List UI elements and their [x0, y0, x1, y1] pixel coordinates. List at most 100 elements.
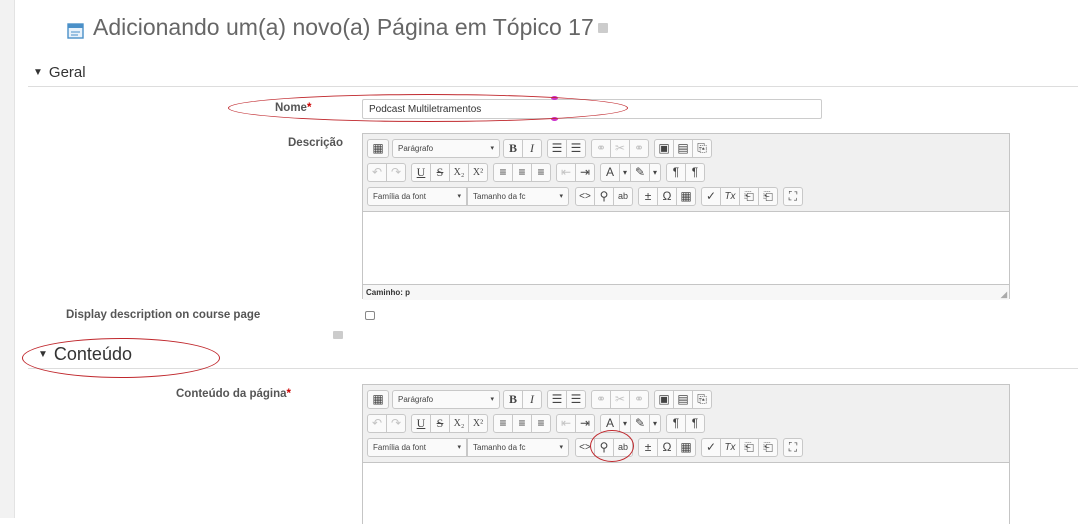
link-icon[interactable]: ⚭ — [591, 389, 611, 409]
clear-formatting-icon[interactable]: Tx — [720, 186, 740, 206]
font-size-select[interactable]: Tamanho da fc ▾ — [467, 186, 569, 206]
indent-icon[interactable]: ⇥ — [575, 162, 595, 182]
paragraph-select[interactable]: Parágrafo ▾ — [392, 389, 500, 409]
background-color-dropdown-icon[interactable]: ▾ — [649, 413, 662, 433]
align-right-icon[interactable]: ≡ — [531, 413, 551, 433]
html-source-icon[interactable]: <> — [575, 186, 595, 206]
page-icon — [67, 19, 87, 39]
manage-files-icon[interactable]: ⎘ — [692, 138, 712, 158]
left-drawer-edge — [0, 0, 15, 518]
bullet-list-icon[interactable]: ☰ — [547, 389, 567, 409]
outdent-icon[interactable]: ⇤ — [556, 162, 576, 182]
special-char-icon[interactable]: Ω — [657, 437, 677, 457]
image-icon[interactable]: ▣ — [654, 389, 674, 409]
media-icon[interactable]: ▤ — [673, 138, 693, 158]
media-icon[interactable]: ▤ — [673, 389, 693, 409]
unlink-icon[interactable]: ✂ — [610, 138, 630, 158]
anchor-icon[interactable]: ⚭ — [629, 138, 649, 158]
anchor-icon[interactable]: ⚭ — [629, 389, 649, 409]
subscript-button[interactable]: X₂ — [449, 162, 469, 182]
bullet-list-icon[interactable]: ☰ — [547, 138, 567, 158]
html-source-icon[interactable]: <> — [575, 437, 595, 457]
text-color-icon[interactable]: A — [600, 413, 620, 433]
collapse-caret-icon: ▼ — [38, 349, 48, 360]
align-center-icon[interactable]: ≡ — [512, 162, 532, 182]
find-replace-icon[interactable]: ab — [613, 437, 633, 457]
font-family-select[interactable]: Família da font ▾ — [367, 186, 467, 206]
toolbar-toggle-icon[interactable]: ▦ — [367, 389, 389, 409]
redo-icon[interactable]: ↷ — [386, 162, 406, 182]
special-char-icon[interactable]: Ω — [657, 186, 677, 206]
resize-grip-icon[interactable]: ◢ — [1001, 290, 1007, 299]
fullscreen-icon[interactable]: ⛶ — [783, 437, 803, 457]
numbered-list-icon[interactable]: ☰ — [566, 138, 586, 158]
italic-button[interactable]: I — [522, 389, 542, 409]
paste-word-icon[interactable]: ⎗ — [758, 437, 778, 457]
section-conteudo[interactable]: ▼ Conteúdo — [38, 344, 132, 365]
unlink-icon[interactable]: ✂ — [610, 389, 630, 409]
paste-text-icon[interactable]: ⎗ — [739, 437, 759, 457]
outdent-icon[interactable]: ⇤ — [556, 413, 576, 433]
link-icon[interactable]: ⚭ — [591, 138, 611, 158]
clear-formatting-icon[interactable]: Tx — [720, 437, 740, 457]
numbered-list-icon[interactable]: ☰ — [566, 389, 586, 409]
indent-icon[interactable]: ⇥ — [575, 413, 595, 433]
paste-text-icon[interactable]: ⎗ — [739, 186, 759, 206]
ltr-icon[interactable]: ¶ — [666, 413, 687, 433]
underline-button[interactable]: U — [411, 413, 431, 433]
table-icon[interactable]: ▦ — [676, 437, 696, 457]
conteudo-pagina-label: Conteúdo da página* — [176, 388, 292, 400]
section-divider — [28, 86, 1078, 87]
nome-input[interactable]: Podcast Multiletramentos — [362, 99, 822, 119]
conteudo-editor[interactable]: ▦ Parágrafo ▾ B I ☰ ☰ ⚭ ✂ ⚭ ▣ ▤ ⎘ ↶ ↷ U … — [362, 384, 1010, 524]
strikethrough-button[interactable]: S — [430, 413, 450, 433]
toolbar-toggle-icon[interactable]: ▦ — [367, 138, 389, 158]
find-replace-icon[interactable]: ab — [613, 186, 633, 206]
rtl-icon[interactable]: ¶ — [685, 413, 706, 433]
text-color-icon[interactable]: A — [600, 162, 620, 182]
superscript-button[interactable]: X² — [468, 413, 488, 433]
fullscreen-icon[interactable]: ⛶ — [783, 186, 803, 206]
find-icon[interactable]: ⚲ — [594, 437, 614, 457]
page-title: Adicionando um(a) novo(a) Página em Tópi… — [67, 14, 608, 41]
superscript-button[interactable]: X² — [468, 162, 488, 182]
section-divider — [28, 368, 1078, 369]
descricao-editor[interactable]: ▦ Parágrafo ▾ B I ☰ ☰ ⚭ ✂ ⚭ ▣ ▤ ⎘ ↶ ↷ U … — [362, 133, 1010, 300]
undo-icon[interactable]: ↶ — [367, 413, 387, 433]
strikethrough-button[interactable]: S — [430, 162, 450, 182]
background-color-icon[interactable]: ✎ — [630, 413, 651, 433]
insert-hr-icon[interactable]: ± — [638, 186, 658, 206]
paste-word-icon[interactable]: ⎗ — [758, 186, 778, 206]
bold-button[interactable]: B — [503, 138, 523, 158]
clean-icon[interactable]: ✓ — [701, 186, 721, 206]
align-left-icon[interactable]: ≡ — [493, 162, 513, 182]
conteudo-edit-area[interactable] — [363, 463, 1009, 523]
background-color-dropdown-icon[interactable]: ▾ — [649, 162, 662, 182]
redo-icon[interactable]: ↷ — [386, 413, 406, 433]
table-icon[interactable]: ▦ — [676, 186, 696, 206]
font-family-select[interactable]: Família da font ▾ — [367, 437, 467, 457]
paragraph-select[interactable]: Parágrafo ▾ — [392, 138, 500, 158]
image-icon[interactable]: ▣ — [654, 138, 674, 158]
undo-icon[interactable]: ↶ — [367, 162, 387, 182]
ltr-icon[interactable]: ¶ — [666, 162, 687, 182]
help-icon[interactable] — [597, 22, 608, 33]
clean-icon[interactable]: ✓ — [701, 437, 721, 457]
rtl-icon[interactable]: ¶ — [685, 162, 706, 182]
underline-button[interactable]: U — [411, 162, 431, 182]
section-geral[interactable]: ▼ Geral — [33, 64, 86, 81]
insert-hr-icon[interactable]: ± — [638, 437, 658, 457]
font-size-select[interactable]: Tamanho da fc ▾ — [467, 437, 569, 457]
display-description-checkbox[interactable] — [365, 311, 375, 320]
manage-files-icon[interactable]: ⎘ — [692, 389, 712, 409]
bold-button[interactable]: B — [503, 389, 523, 409]
find-icon[interactable]: ⚲ — [594, 186, 614, 206]
align-right-icon[interactable]: ≡ — [531, 162, 551, 182]
align-center-icon[interactable]: ≡ — [512, 413, 532, 433]
align-left-icon[interactable]: ≡ — [493, 413, 513, 433]
subscript-button[interactable]: X₂ — [449, 413, 469, 433]
descricao-edit-area[interactable] — [363, 212, 1009, 284]
help-icon[interactable] — [333, 331, 343, 339]
background-color-icon[interactable]: ✎ — [630, 162, 651, 182]
italic-button[interactable]: I — [522, 138, 542, 158]
